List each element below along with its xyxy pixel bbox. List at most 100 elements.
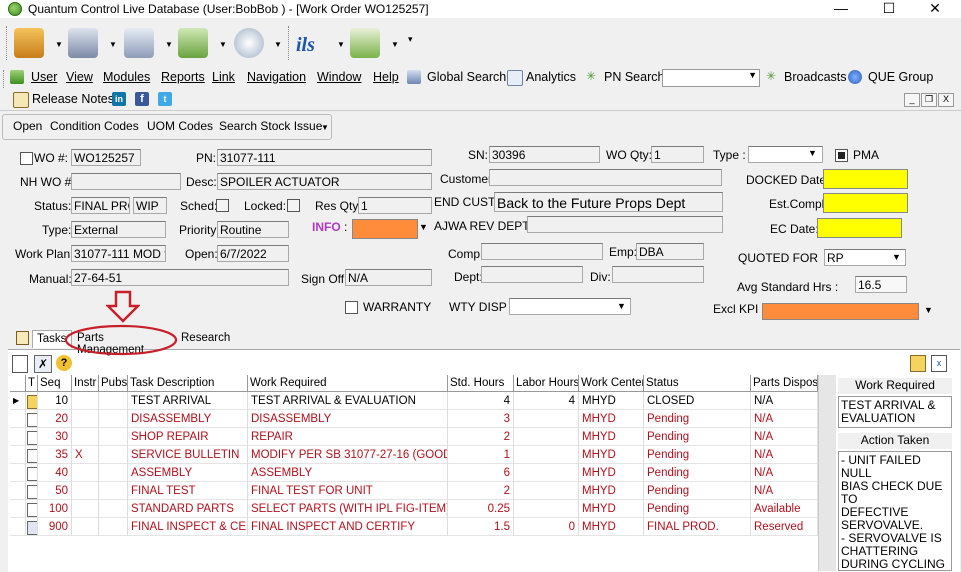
wo-qty-field[interactable]: 1: [651, 146, 704, 163]
row-type-cell[interactable]: [26, 428, 38, 446]
work-plan-field[interactable]: 31077-111 MOD tc: [71, 245, 166, 262]
search-stock-issue-button[interactable]: Search Stock Issue: [219, 119, 322, 133]
seq-cell[interactable]: 50: [38, 482, 72, 500]
seq-cell[interactable]: 100: [38, 500, 72, 518]
close-button[interactable]: ✕: [912, 0, 958, 18]
menu-help[interactable]: Help: [373, 70, 399, 84]
package-icon[interactable]: [14, 28, 44, 58]
div-field[interactable]: [612, 266, 704, 283]
work-center-cell[interactable]: MHYD: [579, 446, 644, 464]
wo-checkbox[interactable]: [20, 152, 33, 165]
table-row[interactable]: 20 DISASSEMBLY DISASSEMBLY 3 MHYD Pending N/A: [10, 410, 818, 428]
emp-field[interactable]: DBA: [636, 243, 704, 260]
chevron-down-icon[interactable]: ▼: [617, 301, 626, 311]
status-cell[interactable]: Pending: [644, 410, 751, 428]
table-row[interactable]: 40 ASSEMBLY ASSEMBLY 6 MHYD Pending N/A: [10, 464, 818, 482]
mdi-restore-button[interactable]: ❐: [921, 93, 937, 107]
sn-field[interactable]: 30396: [489, 146, 600, 163]
sched-checkbox[interactable]: [216, 199, 229, 212]
toolbar-grip[interactable]: [6, 26, 10, 60]
pn-search-input[interactable]: ▼: [662, 69, 760, 87]
open-date-field[interactable]: 6/7/2022: [217, 245, 289, 262]
work-center-cell[interactable]: MHYD: [579, 428, 644, 446]
type2-field[interactable]: External: [71, 221, 166, 238]
row-selector[interactable]: [10, 410, 26, 428]
new-task-icon[interactable]: [12, 355, 28, 373]
task-description-cell[interactable]: FINAL TEST: [128, 482, 248, 500]
chevron-down-icon[interactable]: ▼: [165, 40, 173, 49]
tools-icon[interactable]: ✗: [34, 355, 52, 373]
seq-cell[interactable]: 30: [38, 428, 72, 446]
std-hours-cell[interactable]: 2: [448, 428, 514, 446]
work-center-cell[interactable]: MHYD: [579, 518, 644, 536]
work-center-cell[interactable]: MHYD: [579, 410, 644, 428]
std-hours-cell[interactable]: 2: [448, 482, 514, 500]
ajwa-field[interactable]: [527, 216, 723, 233]
pubs-cell[interactable]: [99, 482, 128, 500]
task-description-cell[interactable]: FINAL INSPECT & CERT: [128, 518, 248, 536]
std-hours-cell[interactable]: 1.5: [448, 518, 514, 536]
col-header-work-required[interactable]: Work Required: [248, 375, 448, 392]
work-required-text[interactable]: TEST ARRIVAL & EVALUATION: [838, 396, 952, 428]
col-header-type[interactable]: T: [26, 375, 38, 392]
row-type-cell[interactable]: [26, 482, 38, 500]
linkedin-icon[interactable]: in: [112, 92, 126, 106]
labor-hours-cell[interactable]: [514, 428, 579, 446]
table-row[interactable]: 900 FINAL INSPECT & CERTFINAL INSPECT AND…: [10, 518, 818, 536]
work-center-cell[interactable]: MHYD: [579, 392, 644, 410]
work-required-cell[interactable]: ASSEMBLY: [248, 464, 448, 482]
status-cell[interactable]: Pending: [644, 446, 751, 464]
table-row[interactable]: 30 SHOP REPAIR REPAIR 2 MHYD Pending N/A: [10, 428, 818, 446]
parts-disposition-cell[interactable]: Available: [751, 500, 818, 518]
labor-hours-cell[interactable]: [514, 464, 579, 482]
instr-cell[interactable]: [72, 428, 99, 446]
chevron-down-icon[interactable]: ▼: [109, 40, 117, 49]
std-hours-cell[interactable]: 1: [448, 446, 514, 464]
work-required-cell[interactable]: SELECT PARTS (WITH IPL FIG-ITEM): [248, 500, 448, 518]
instr-cell[interactable]: [72, 500, 99, 518]
row-type-cell[interactable]: [26, 500, 38, 518]
wty-disp-select[interactable]: [509, 298, 631, 315]
priority-field[interactable]: Routine: [217, 221, 289, 238]
pubs-cell[interactable]: [99, 428, 128, 446]
monitor-icon[interactable]: [178, 28, 208, 58]
chevron-down-icon[interactable]: ▼: [419, 222, 428, 232]
toolbar-overflow-icon[interactable]: ▾: [408, 34, 413, 45]
seq-cell[interactable]: 900: [38, 518, 72, 536]
menu-reports[interactable]: Reports: [161, 70, 205, 84]
pubs-cell[interactable]: [99, 500, 128, 518]
sign-off-field[interactable]: N/A: [345, 269, 432, 286]
task-description-cell[interactable]: TEST ARRIVAL: [128, 392, 248, 410]
work-required-cell[interactable]: REPAIR: [248, 428, 448, 446]
menu-window[interactable]: Window: [317, 70, 361, 84]
seq-cell[interactable]: 40: [38, 464, 72, 482]
col-header-instr[interactable]: Instr: [72, 375, 99, 392]
magnifier-icon[interactable]: [124, 28, 154, 58]
global-search-button[interactable]: Global Search: [427, 70, 506, 84]
comp-field[interactable]: [481, 243, 603, 260]
excl-kpi-select[interactable]: [762, 303, 919, 320]
twitter-icon[interactable]: t: [158, 92, 172, 106]
parts-disposition-cell[interactable]: N/A: [751, 446, 818, 464]
row-selector[interactable]: [10, 518, 26, 536]
row-selector[interactable]: [10, 482, 26, 500]
status-cell[interactable]: Pending: [644, 464, 751, 482]
status-cell[interactable]: FINAL PROD.: [644, 518, 751, 536]
dept-field[interactable]: [481, 266, 583, 283]
seq-cell[interactable]: 20: [38, 410, 72, 428]
std-hours-cell[interactable]: 3: [448, 410, 514, 428]
col-header-labor-hours[interactable]: Labor Hours: [514, 375, 579, 392]
condition-codes-button[interactable]: Condition Codes: [50, 119, 139, 133]
row-type-cell[interactable]: [26, 518, 38, 536]
labor-hours-cell[interactable]: [514, 482, 579, 500]
labor-hours-cell[interactable]: 0: [514, 518, 579, 536]
chevron-down-icon[interactable]: ▼: [748, 70, 757, 80]
std-hours-cell[interactable]: 6: [448, 464, 514, 482]
row-type-cell[interactable]: [26, 464, 38, 482]
work-required-cell[interactable]: MODIFY PER SB 31077-27-16 (GOODRI: [248, 446, 448, 464]
table-row[interactable]: 100 STANDARD PARTS SELECT PARTS (WITH IPL …: [10, 500, 818, 518]
broadcasts-button[interactable]: Broadcasts: [784, 70, 847, 84]
task-description-cell[interactable]: SERVICE BULLETIN: [128, 446, 248, 464]
work-required-cell[interactable]: FINAL TEST FOR UNIT: [248, 482, 448, 500]
ec-date-field[interactable]: [817, 218, 902, 238]
